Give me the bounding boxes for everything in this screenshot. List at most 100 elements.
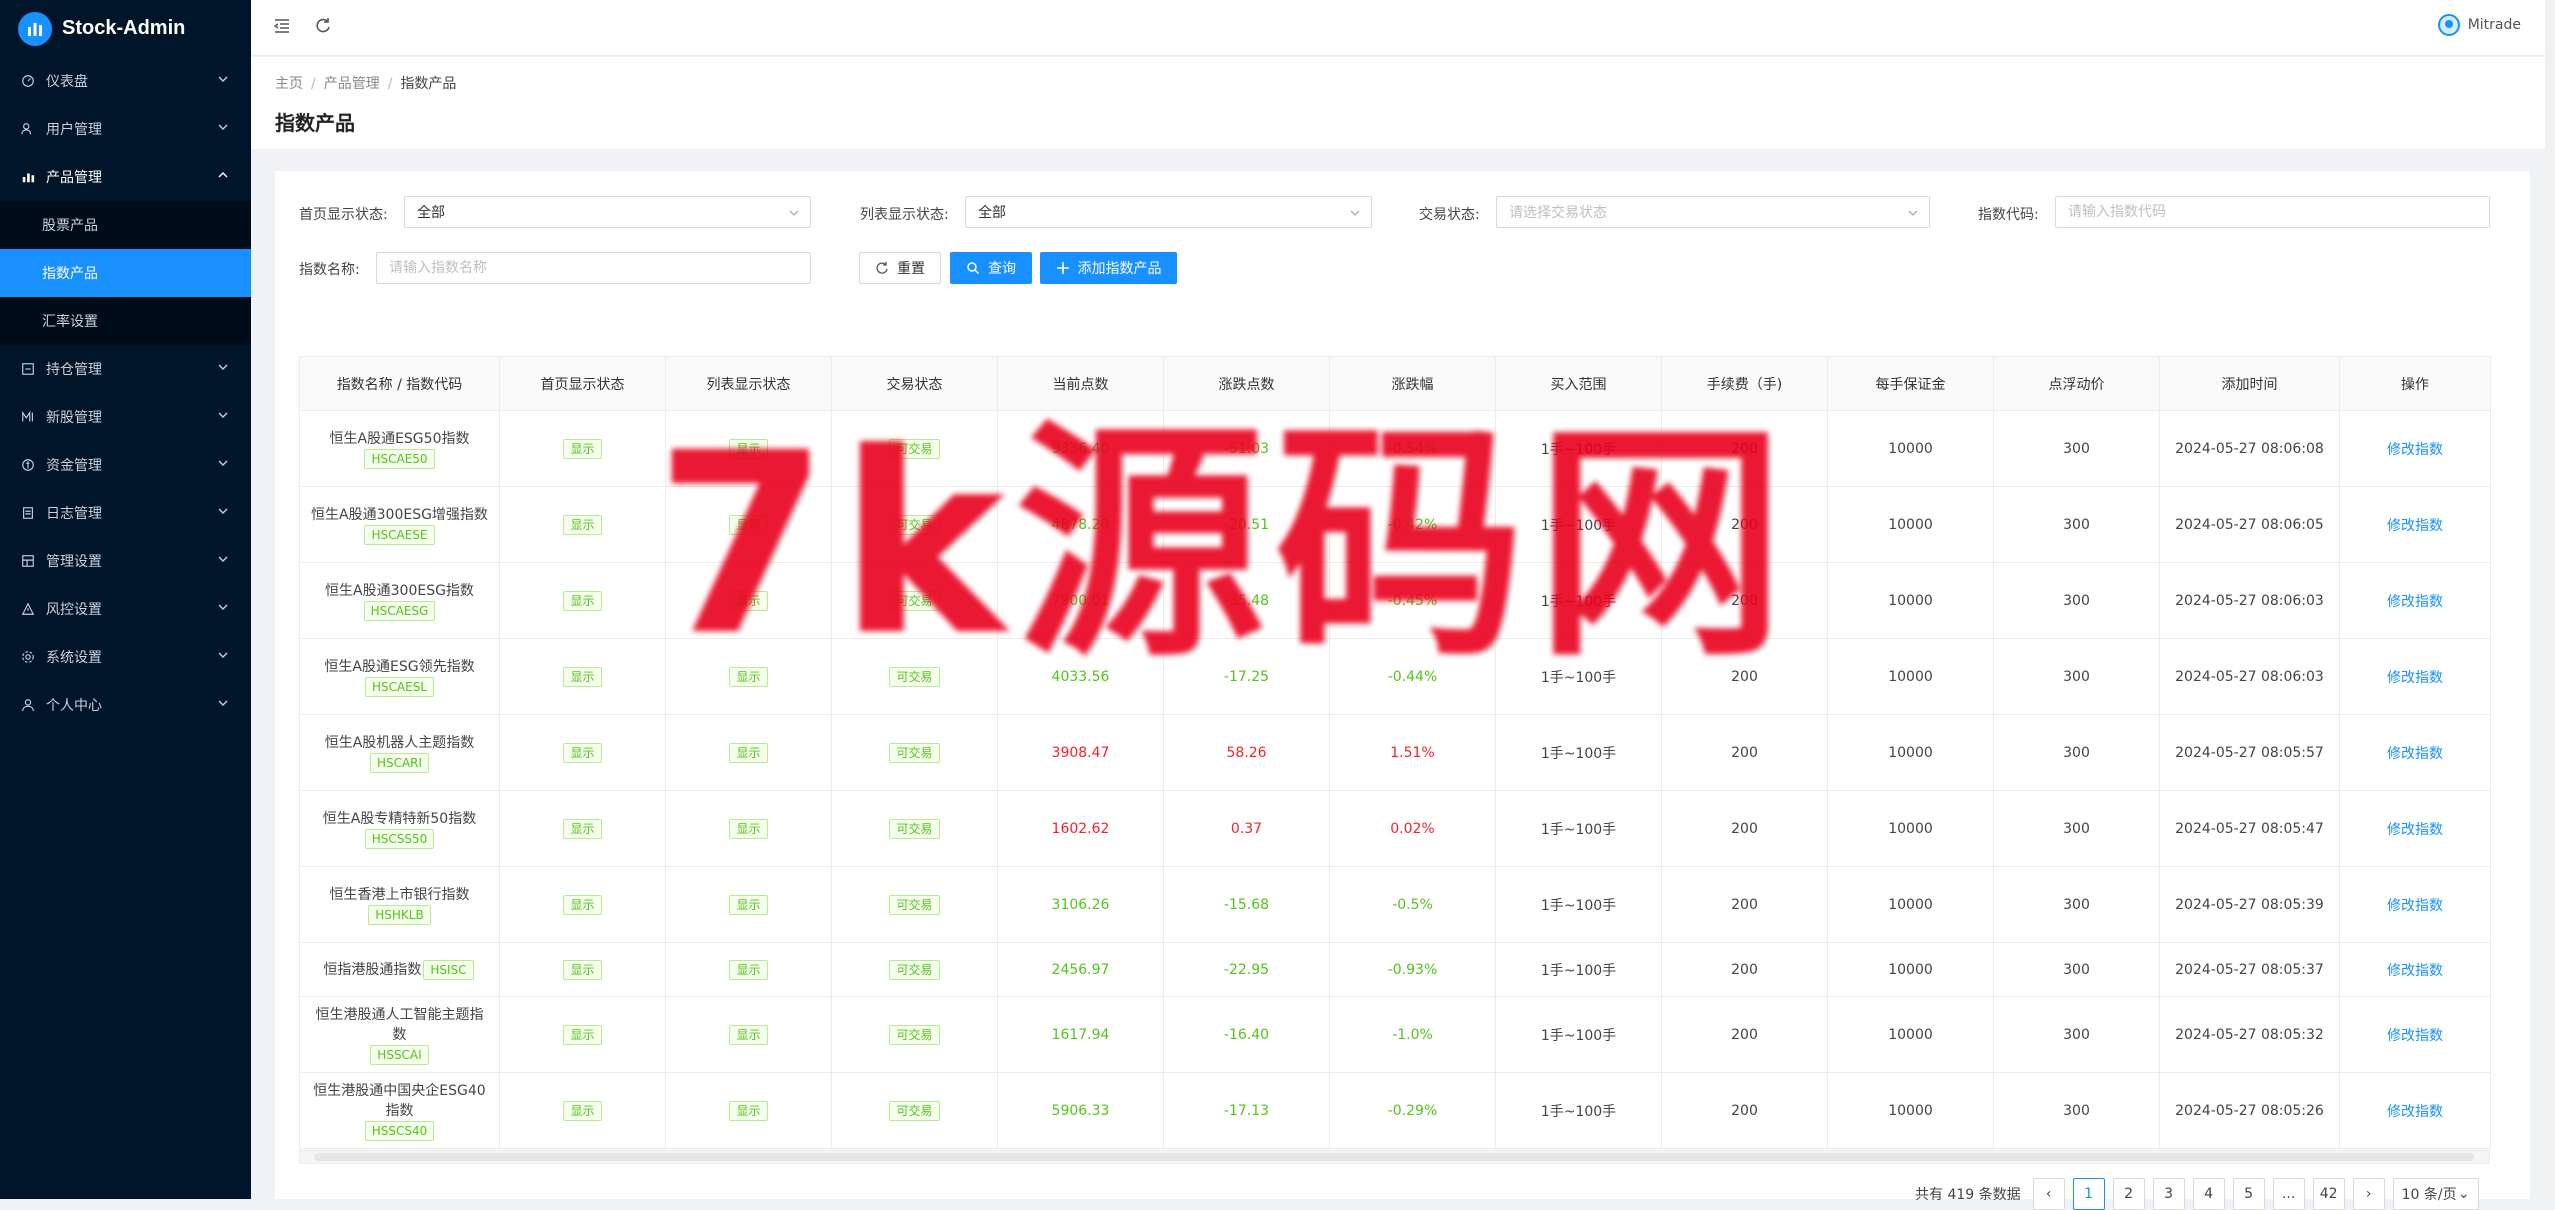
fee-cell: 200 [1661, 790, 1828, 867]
column-header-10: 点浮动价 [1993, 356, 2160, 411]
edit-index-link[interactable]: 修改指数 [2387, 518, 2443, 534]
column-header-5: 涨跌点数 [1163, 356, 1330, 411]
status-badge: 显示 [563, 590, 602, 611]
added-time-cell: 2024-05-27 08:06:08 [2159, 410, 2340, 487]
current-price-cell: 7900.01 [997, 562, 1164, 639]
buy-range-cell: 1手~100手 [1495, 410, 1662, 487]
status-badge: 可交易 [889, 438, 940, 459]
horizontal-scrollbar[interactable] [299, 1150, 2490, 1164]
edit-index-link[interactable]: 修改指数 [2387, 963, 2443, 979]
sidebar-item-label: 用户管理 [46, 122, 102, 138]
home-status-select[interactable]: 全部 [404, 196, 811, 228]
gear-icon [20, 649, 36, 665]
user-menu[interactable]: Mitrade [2437, 14, 2521, 36]
vertical-scrollbar[interactable] [2545, 0, 2555, 1199]
logo[interactable]: Stock-Admin [0, 0, 251, 57]
margin-cell: 10000 [1827, 790, 1994, 867]
sidebar-item-9[interactable]: 系统设置 [0, 633, 251, 681]
index-name-cell: 恒生A股通300ESG增强指数 HSCAESE [299, 486, 500, 563]
add-index-button[interactable]: 添加指数产品 [1040, 252, 1177, 284]
next-page-button[interactable]: › [2352, 1178, 2385, 1210]
sidebar-item-7[interactable]: 管理设置 [0, 537, 251, 585]
float-price-cell: 300 [1993, 790, 2160, 867]
sidebar-item-5[interactable]: 资金管理 [0, 441, 251, 489]
added-time-cell: 2024-05-27 08:05:57 [2159, 714, 2340, 791]
added-time-cell: 2024-05-27 08:06:03 [2159, 562, 2340, 639]
column-header-11: 添加时间 [2159, 356, 2340, 411]
prev-page-button[interactable]: ‹ [2032, 1178, 2065, 1210]
add-index-label: 添加指数产品 [1077, 261, 1162, 277]
status-badge: 显示 [729, 514, 768, 535]
page-size-select[interactable]: 10 条/页 ⌄ [2392, 1178, 2479, 1210]
sidebar-item-10[interactable]: 个人中心 [0, 681, 251, 729]
breadcrumb-home[interactable]: 主页 [275, 76, 303, 92]
menu-fold-icon[interactable] [272, 16, 294, 38]
edit-index-link[interactable]: 修改指数 [2387, 822, 2443, 838]
scrollbar-thumb[interactable] [314, 1153, 2474, 1161]
change-pct-cell: -0.93% [1329, 942, 1496, 997]
page-title: 指数产品 [275, 111, 355, 135]
page-button[interactable]: 5 [2232, 1178, 2265, 1210]
index-name-cell: 恒生A股通ESG领先指数 HSCAESL [299, 638, 500, 715]
page-header: 主页 / 产品管理 / 指数产品 指数产品 [251, 57, 2555, 149]
action-cell: 修改指数 [2339, 638, 2491, 715]
submenu-item-1[interactable]: 指数产品 [0, 249, 251, 297]
page-button[interactable]: 1 [2072, 1178, 2105, 1210]
action-cell: 修改指数 [2339, 486, 2491, 563]
page-button[interactable]: ... [2272, 1178, 2305, 1210]
index-code-tag: HSCAE50 [364, 448, 435, 469]
page-button[interactable]: 42 [2312, 1178, 2345, 1210]
breadcrumb-products[interactable]: 产品管理 [324, 76, 380, 92]
page-button[interactable]: 2 [2112, 1178, 2145, 1210]
sidebar-item-1[interactable]: 用户管理 [0, 105, 251, 153]
column-header-2: 列表显示状态 [665, 356, 832, 411]
submenu-item-2[interactable]: 汇率设置 [0, 297, 251, 345]
home-status-cell: 显示 [499, 866, 666, 943]
index-name-input[interactable] [376, 252, 811, 284]
pagination: 共有 419 条数据 ‹ 1 2 3 4 5... 42 › 10 条/页 ⌄ [1915, 1178, 2479, 1210]
breadcrumb-current: 指数产品 [400, 76, 457, 92]
trade-status-cell: 可交易 [831, 996, 998, 1073]
edit-index-link[interactable]: 修改指数 [2387, 1028, 2443, 1044]
chevron-down-icon [217, 649, 231, 663]
edit-index-link[interactable]: 修改指数 [2387, 594, 2443, 610]
edit-index-link[interactable]: 修改指数 [2387, 670, 2443, 686]
change-pct-cell: -0.29% [1329, 1072, 1496, 1149]
edit-index-link[interactable]: 修改指数 [2387, 442, 2443, 458]
home-status-cell: 显示 [499, 942, 666, 997]
sidebar-item-8[interactable]: 风控设置 [0, 585, 251, 633]
edit-index-link[interactable]: 修改指数 [2387, 898, 2443, 914]
trade-status-select[interactable]: 请选择交易状态 [1496, 196, 1930, 228]
edit-index-link[interactable]: 修改指数 [2387, 1104, 2443, 1120]
page-size-value: 10 条/页 [2401, 1187, 2457, 1203]
buy-range-cell: 1手~100手 [1495, 638, 1662, 715]
list-status-cell: 显示 [665, 638, 832, 715]
margin-cell: 10000 [1827, 866, 1994, 943]
page-button[interactable]: 3 [2152, 1178, 2185, 1210]
edit-index-link[interactable]: 修改指数 [2387, 746, 2443, 762]
index-name-label: 指数名称: [299, 262, 360, 278]
page-button[interactable]: 4 [2192, 1178, 2225, 1210]
sidebar-item-4[interactable]: 新股管理 [0, 393, 251, 441]
sidebar-item-2[interactable]: 产品管理 [0, 153, 251, 201]
list-status-select[interactable]: 全部 [965, 196, 1372, 228]
sidebar-item-0[interactable]: 仪表盘 [0, 57, 251, 105]
sidebar-item-3[interactable]: 持仓管理 [0, 345, 251, 393]
breadcrumb: 主页 / 产品管理 / 指数产品 [275, 76, 457, 92]
list-status-cell: 显示 [665, 942, 832, 997]
status-badge: 可交易 [889, 666, 940, 687]
float-price-cell: 300 [1993, 942, 2160, 997]
reset-button[interactable]: 重置 [859, 252, 941, 284]
index-code-input[interactable] [2055, 196, 2490, 228]
refresh-icon[interactable] [313, 16, 335, 38]
action-cell: 修改指数 [2339, 714, 2491, 791]
column-header-6: 涨跌幅 [1329, 356, 1496, 411]
fee-cell: 200 [1661, 714, 1828, 791]
table-row: 恒生A股通ESG领先指数 HSCAESL 显示 显示 可交易 4033.56 -17.25-… [299, 638, 2491, 715]
submenu-item-0[interactable]: 股票产品 [0, 201, 251, 249]
index-code-tag: HSHKLB [368, 904, 431, 925]
query-button[interactable]: 查询 [950, 252, 1032, 284]
index-code-tag: HSSCS40 [364, 1120, 435, 1141]
sidebar-item-6[interactable]: 日志管理 [0, 489, 251, 537]
table-row: 恒指港股通指数 HSISC 显示 显示 可交易 2456.97 -22.95 -0.93% 1手… [299, 942, 2491, 997]
